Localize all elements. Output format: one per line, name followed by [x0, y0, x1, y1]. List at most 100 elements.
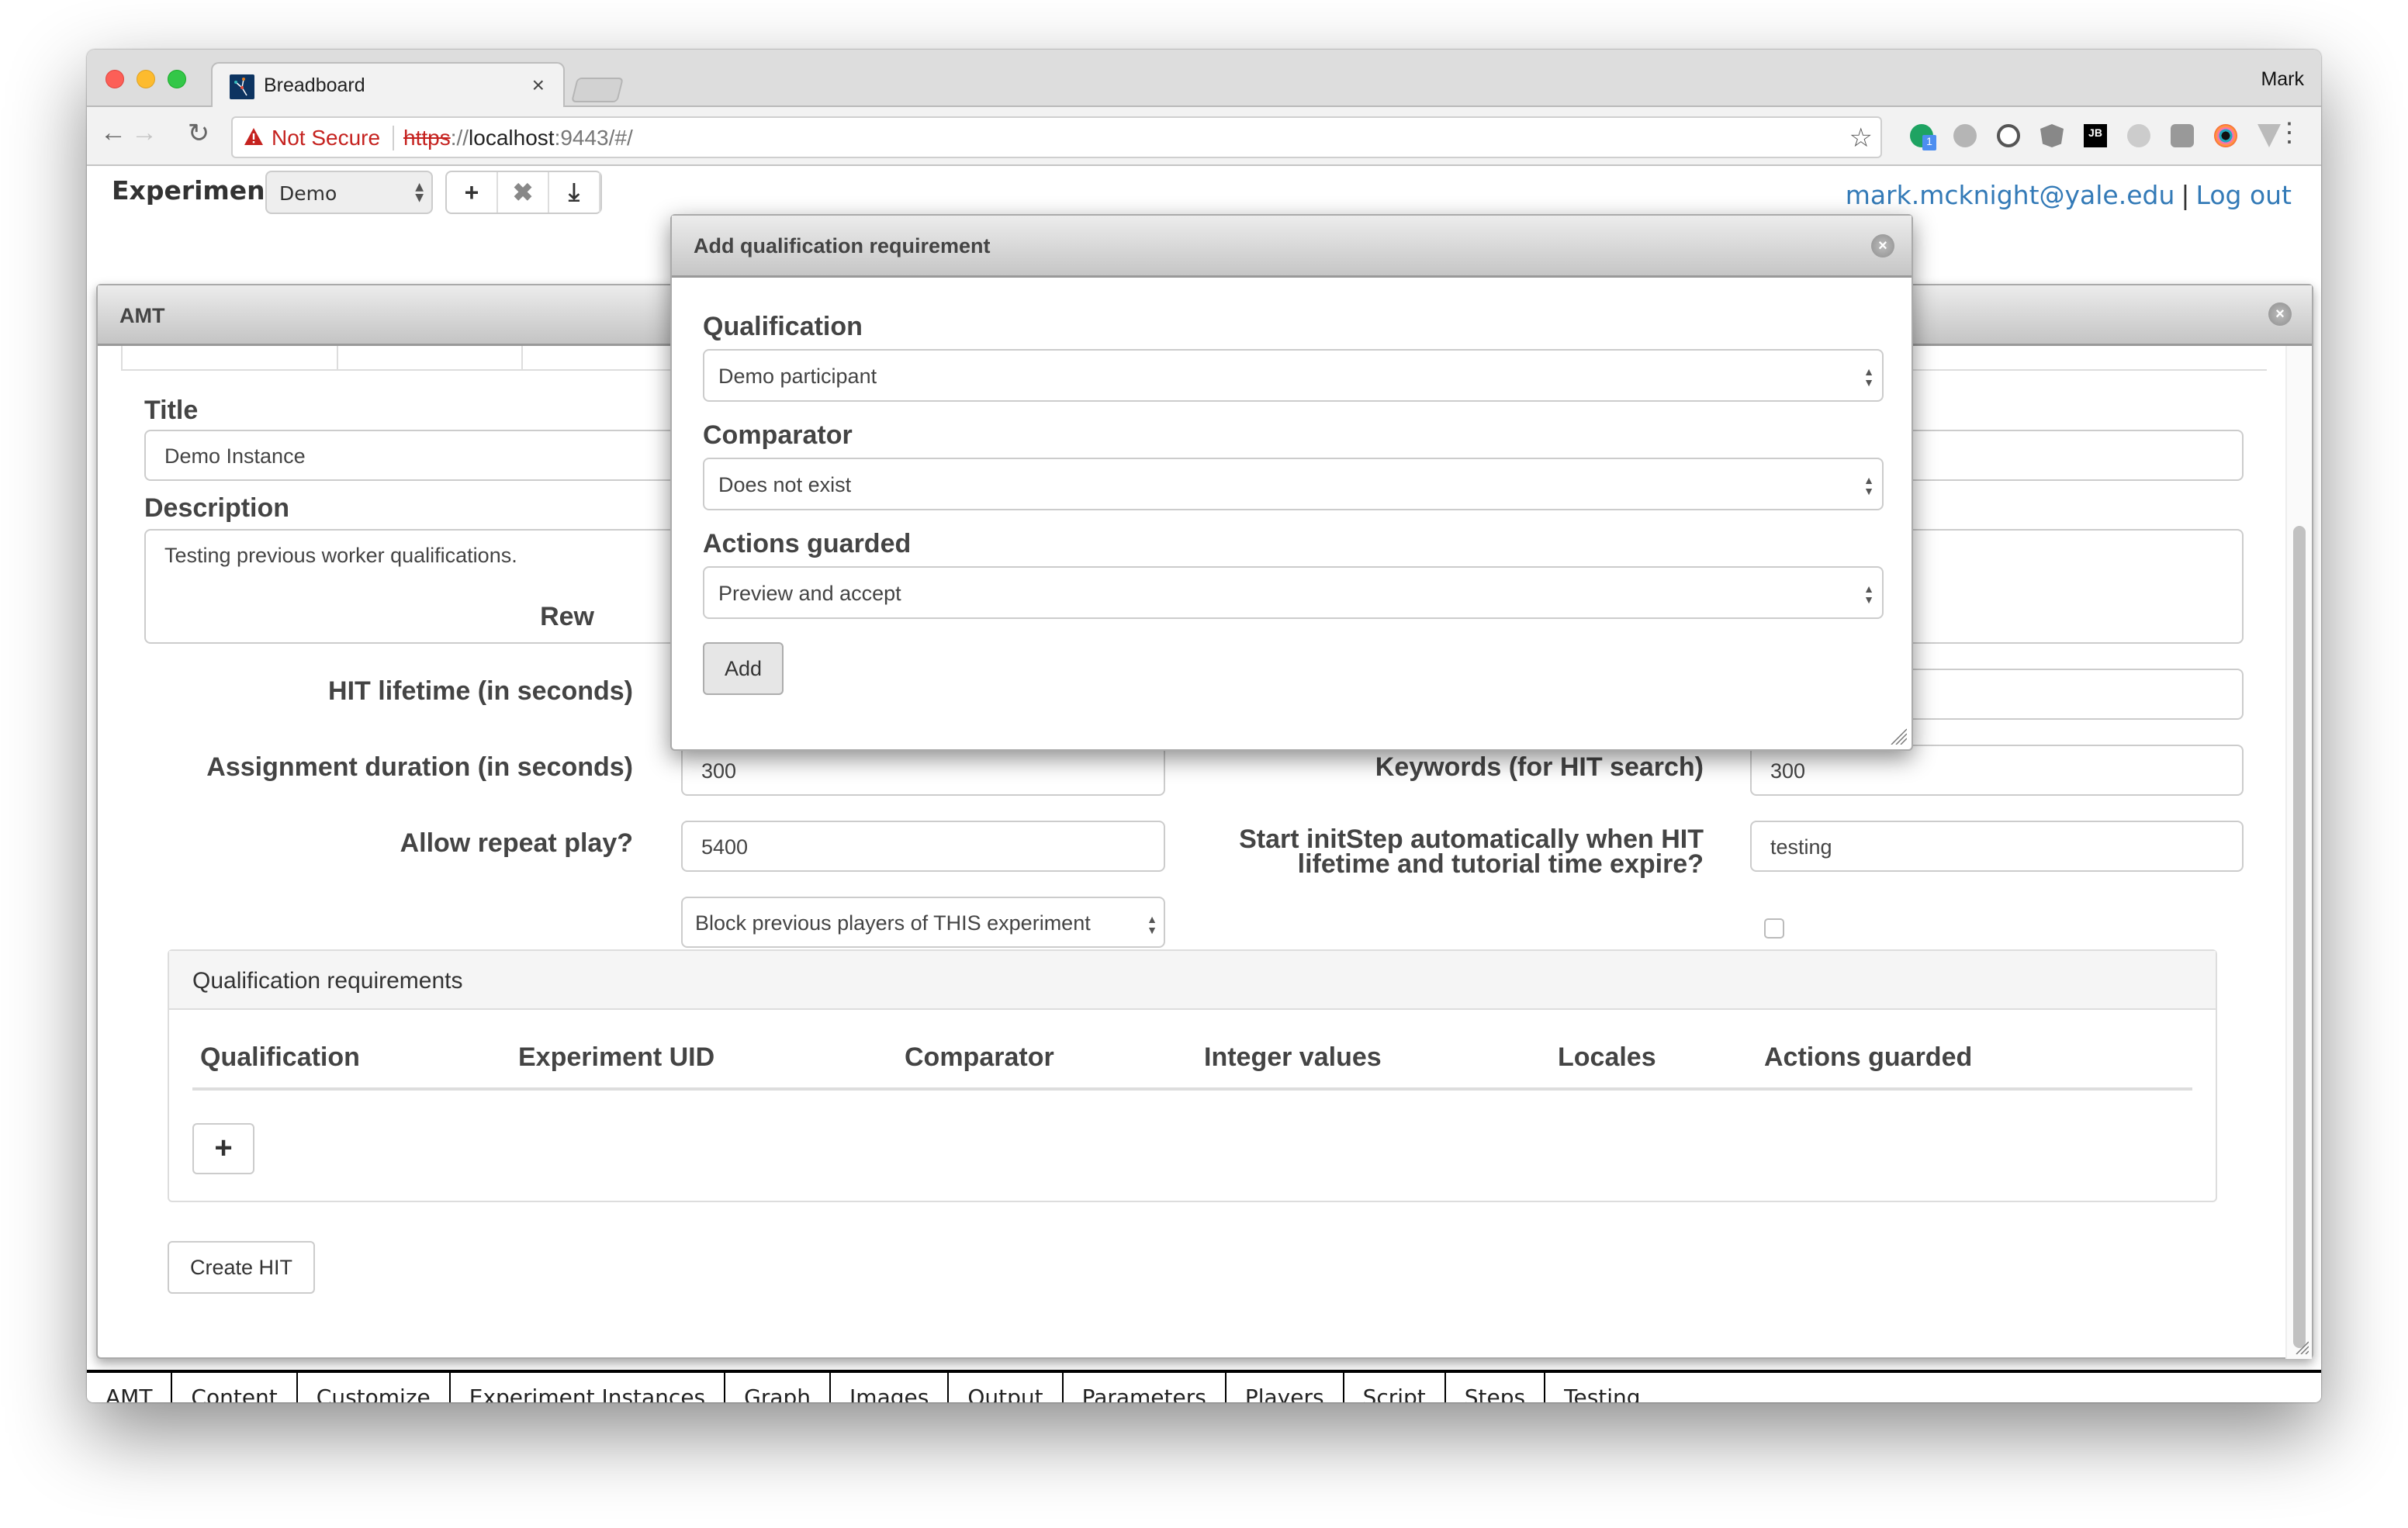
table-header-rule [192, 1087, 2192, 1091]
start-initstep-checkbox[interactable] [1764, 918, 1784, 939]
minimize-window-button[interactable] [137, 70, 155, 88]
column-header-qualification: Qualification [200, 1042, 360, 1072]
close-window-button[interactable] [106, 70, 124, 88]
comparator-select[interactable]: Does not exist ▲ ▼ [703, 458, 1884, 510]
angular-extension-icon[interactable] [2040, 124, 2064, 147]
extension-shield-icon[interactable] [2171, 124, 2194, 147]
resize-grip-icon[interactable] [2293, 1339, 2309, 1354]
extension-eye-icon[interactable] [2214, 124, 2237, 147]
browser-menu-icon[interactable]: ⋮ [2276, 119, 2302, 146]
qualification-select-value: Demo participant [718, 365, 877, 388]
subtab-hidden-2[interactable] [521, 346, 523, 371]
tutorial-time-input[interactable]: 300 [1750, 745, 2244, 796]
scrollbar-thumb[interactable] [2293, 526, 2306, 1348]
experiment-select[interactable]: Demo ▲ ▼ [265, 171, 433, 214]
start-initstep-label: Start initStep automatically when HIT lif… [1106, 826, 1704, 879]
tab-label: Images [849, 1384, 929, 1403]
user-area: mark.mcknight@yale.edu | Log out [1846, 180, 2292, 210]
actions-guarded-label: Actions guarded [703, 529, 912, 558]
select-arrows-icon: ▲ ▼ [1863, 474, 1874, 497]
start-initstep-label-line2: lifetime and tutorial time expire? [1297, 849, 1704, 879]
repeat-play-label: Allow repeat play? [400, 828, 633, 858]
browser-tab-breadboard[interactable]: Breadboard × [211, 62, 565, 109]
back-icon[interactable]: ← [98, 118, 129, 148]
tab-customize[interactable]: Customize [298, 1373, 451, 1402]
comparator-select-value: Does not exist [718, 473, 852, 496]
bottom-tab-list: AMT Content Customize Experiment Instanc… [87, 1373, 1659, 1402]
tab-label: Experiment Instances [469, 1384, 706, 1403]
add-button[interactable]: Add [703, 642, 784, 695]
tab-steps[interactable]: Steps [1446, 1373, 1546, 1403]
experiment-label: Experiment [112, 175, 278, 206]
tab-script[interactable]: Script [1344, 1373, 1446, 1402]
add-qualification-button[interactable]: + [192, 1123, 254, 1174]
url-scheme: https [403, 126, 451, 150]
delete-experiment-button[interactable]: ✖ [498, 172, 549, 213]
tab-testing[interactable]: Testing [1545, 1373, 1659, 1403]
amt-panel-close-icon[interactable]: × [2268, 302, 2292, 326]
user-email-link[interactable]: mark.mcknight@yale.edu [1846, 180, 2175, 210]
tab-label: Steps [1464, 1384, 1526, 1403]
modal-close-icon[interactable]: × [1871, 234, 1894, 258]
plus-icon: + [464, 178, 479, 206]
tab-parameters[interactable]: Parameters [1064, 1373, 1226, 1402]
extension-globe-icon[interactable] [2127, 124, 2150, 147]
new-tab-button[interactable] [571, 78, 624, 102]
tab-close-icon[interactable]: × [532, 73, 545, 98]
qualification-select[interactable]: Demo participant ▲ ▼ [703, 349, 1884, 402]
tab-experiment-instances[interactable]: Experiment Instances [451, 1373, 726, 1403]
reload-icon[interactable]: ↻ [183, 118, 214, 149]
extension-badge: 1 [1922, 135, 1936, 150]
warning-icon [244, 128, 263, 145]
tab-label: Script [1362, 1384, 1426, 1403]
tab-graph[interactable]: Graph [725, 1373, 832, 1402]
extension-green-icon[interactable]: 1 [1910, 124, 1936, 150]
subtab-hidden-1[interactable] [121, 346, 338, 371]
url-separator: :// [450, 126, 469, 150]
tab-label: Players [1244, 1384, 1324, 1403]
experiment-button-group: + ✖ ⤓ [445, 171, 602, 214]
tab-label: Testing [1564, 1384, 1641, 1403]
actions-guarded-select[interactable]: Preview and accept ▲ ▼ [703, 566, 1884, 619]
repeat-play-value: Block previous players of THIS experimen… [695, 911, 1091, 935]
tab-images[interactable]: Images [831, 1373, 950, 1403]
modal-resize-grip-icon[interactable] [1888, 726, 1907, 745]
add-experiment-button[interactable]: + [447, 172, 498, 213]
extension-sync-icon[interactable] [1997, 124, 2020, 147]
hit-lifetime-label: HIT lifetime (in seconds) [328, 676, 633, 706]
tab-output[interactable]: Output [949, 1373, 1064, 1402]
url-text[interactable]: https://localhost:9443/#/ [403, 126, 633, 150]
address-bar[interactable]: Not Secure https://localhost:9443/#/ ☆ [231, 116, 1882, 158]
tab-amt[interactable]: AMT [87, 1373, 173, 1402]
add-qualification-modal: Add qualification requirement × Qualific… [670, 214, 1913, 751]
forward-icon[interactable]: → [129, 118, 160, 148]
import-experiment-button[interactable]: ⤓ [549, 172, 600, 213]
title-bar: Breadboard × Mark [87, 50, 2321, 109]
assignment-duration-input[interactable]: 5400 [681, 821, 1165, 872]
extension-v-icon[interactable] [1953, 124, 1977, 147]
keywords-label: Keywords (for HIT search) [1375, 752, 1704, 782]
select-arrows-icon: ▲ ▼ [1147, 913, 1157, 936]
logout-link[interactable]: Log out [2196, 180, 2292, 210]
jetbrains-extension-icon[interactable]: JB [2084, 124, 2107, 147]
security-status[interactable]: Not Secure [272, 126, 380, 150]
tab-label: Content [191, 1384, 278, 1403]
qualification-panel-title: Qualification requirements [192, 968, 463, 994]
create-hit-button[interactable]: Create HIT [168, 1241, 315, 1294]
tab-players[interactable]: Players [1226, 1373, 1344, 1402]
tab-label: Parameters [1081, 1384, 1206, 1403]
comparator-label: Comparator [703, 420, 853, 450]
column-header-comparator: Comparator [905, 1042, 1054, 1072]
keywords-input[interactable]: testing [1750, 821, 2244, 872]
select-arrows-icon: ▲ ▼ [1863, 583, 1874, 606]
qualification-panel-header: Qualification requirements [169, 951, 2216, 1010]
repeat-play-select[interactable]: Block previous players of THIS experimen… [681, 897, 1165, 948]
hit-lifetime-input[interactable]: 300 [681, 745, 1165, 796]
maximize-window-button[interactable] [168, 70, 186, 88]
modal-header[interactable]: Add qualification requirement × [672, 216, 1912, 278]
import-icon: ⤓ [568, 178, 580, 206]
profile-name[interactable]: Mark [2261, 68, 2304, 91]
amt-panel-scrollbar[interactable] [2285, 346, 2312, 1359]
bookmark-star-icon[interactable]: ☆ [1849, 123, 1873, 154]
tab-content[interactable]: Content [172, 1373, 298, 1403]
